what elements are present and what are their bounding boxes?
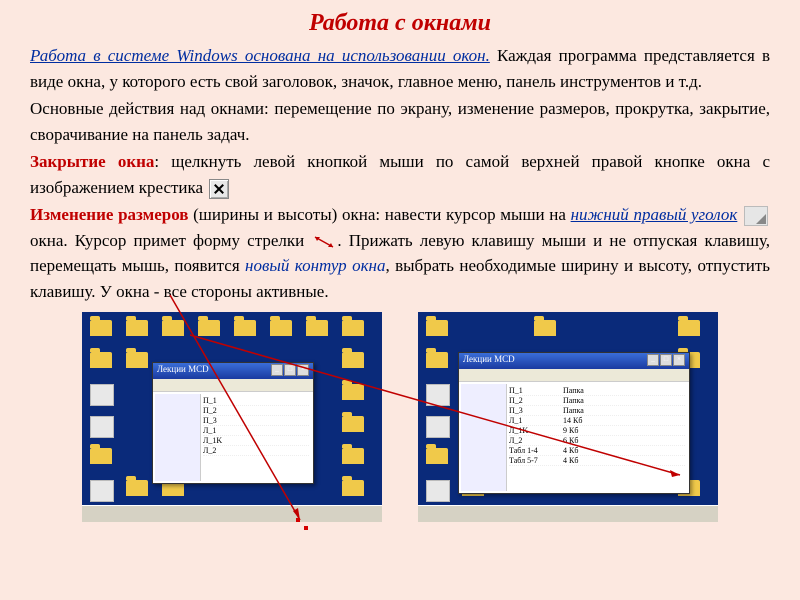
- window-sidebar: [155, 394, 201, 481]
- window-filelist-details: П_1Папка П_2Папка П_3Папка Л_114 Кб Л_1K…: [507, 384, 687, 491]
- emphasis-windows-based: Работа в системе Windows основана на исп…: [30, 46, 490, 65]
- window-title-text: Лекции MCD: [463, 354, 515, 368]
- paragraph-actions: Основные действия над окнами: перемещени…: [30, 96, 770, 147]
- window-body: П_1 П_2 П_3 Л_1 Л_1K Л_2: [153, 392, 313, 483]
- explorer-window-large: Лекции MCD _□× П_1Папка П_2Папка П_3Папк…: [458, 352, 690, 494]
- paragraph-close: Закрытие окна: щелкнуть левой кнопкой мы…: [30, 149, 770, 200]
- page-title: Работа с окнами: [0, 0, 800, 43]
- window-titlebar: Лекции MCD _□×: [459, 353, 689, 369]
- paragraph-resize: Изменение размеров (ширины и высоты) окн…: [30, 202, 770, 304]
- emphasis-new-outline: новый контур окна: [245, 256, 385, 275]
- label-close-window: Закрытие окна: [30, 152, 154, 171]
- window-buttons: _□×: [271, 364, 309, 378]
- desktop-screenshot-left: Лекции MCD _□× П_1 П_2 П_3 Л_1 Л_1K Л_2: [82, 312, 382, 522]
- window-filelist: П_1 П_2 П_3 Л_1 Л_1K Л_2: [201, 394, 311, 481]
- text-resize-2: окна. Курсор примет форму стрелки: [30, 231, 311, 250]
- label-resize: Изменение размеров: [30, 205, 188, 224]
- window-buttons: _□×: [647, 354, 685, 368]
- window-sidebar: [461, 384, 507, 491]
- taskbar-right: [418, 505, 718, 522]
- desktop-screenshot-right: Лекции MCD _□× П_1Папка П_2Папка П_3Папк…: [418, 312, 718, 522]
- content-block: Работа в системе Windows основана на исп…: [0, 43, 800, 304]
- taskbar-left: [82, 505, 382, 522]
- window-title-text: Лекции MCD: [157, 364, 209, 378]
- text-resize-1: (ширины и высоты) окна: навести курсор м…: [188, 205, 570, 224]
- resize-corner-icon: [744, 206, 768, 226]
- close-icon: [209, 179, 229, 199]
- window-titlebar: Лекции MCD _□×: [153, 363, 313, 379]
- screenshot-row: Лекции MCD _□× П_1 П_2 П_3 Л_1 Л_1K Л_2: [0, 312, 800, 522]
- diagonal-arrow-icon: [313, 235, 335, 249]
- window-body: П_1Папка П_2Папка П_3Папка Л_114 Кб Л_1K…: [459, 382, 689, 493]
- window-toolbar: [459, 369, 689, 382]
- paragraph-intro: Работа в системе Windows основана на исп…: [30, 43, 770, 94]
- window-toolbar: [153, 379, 313, 392]
- explorer-window-small: Лекции MCD _□× П_1 П_2 П_3 Л_1 Л_1K Л_2: [152, 362, 314, 484]
- emphasis-corner: нижний правый уголок: [571, 205, 738, 224]
